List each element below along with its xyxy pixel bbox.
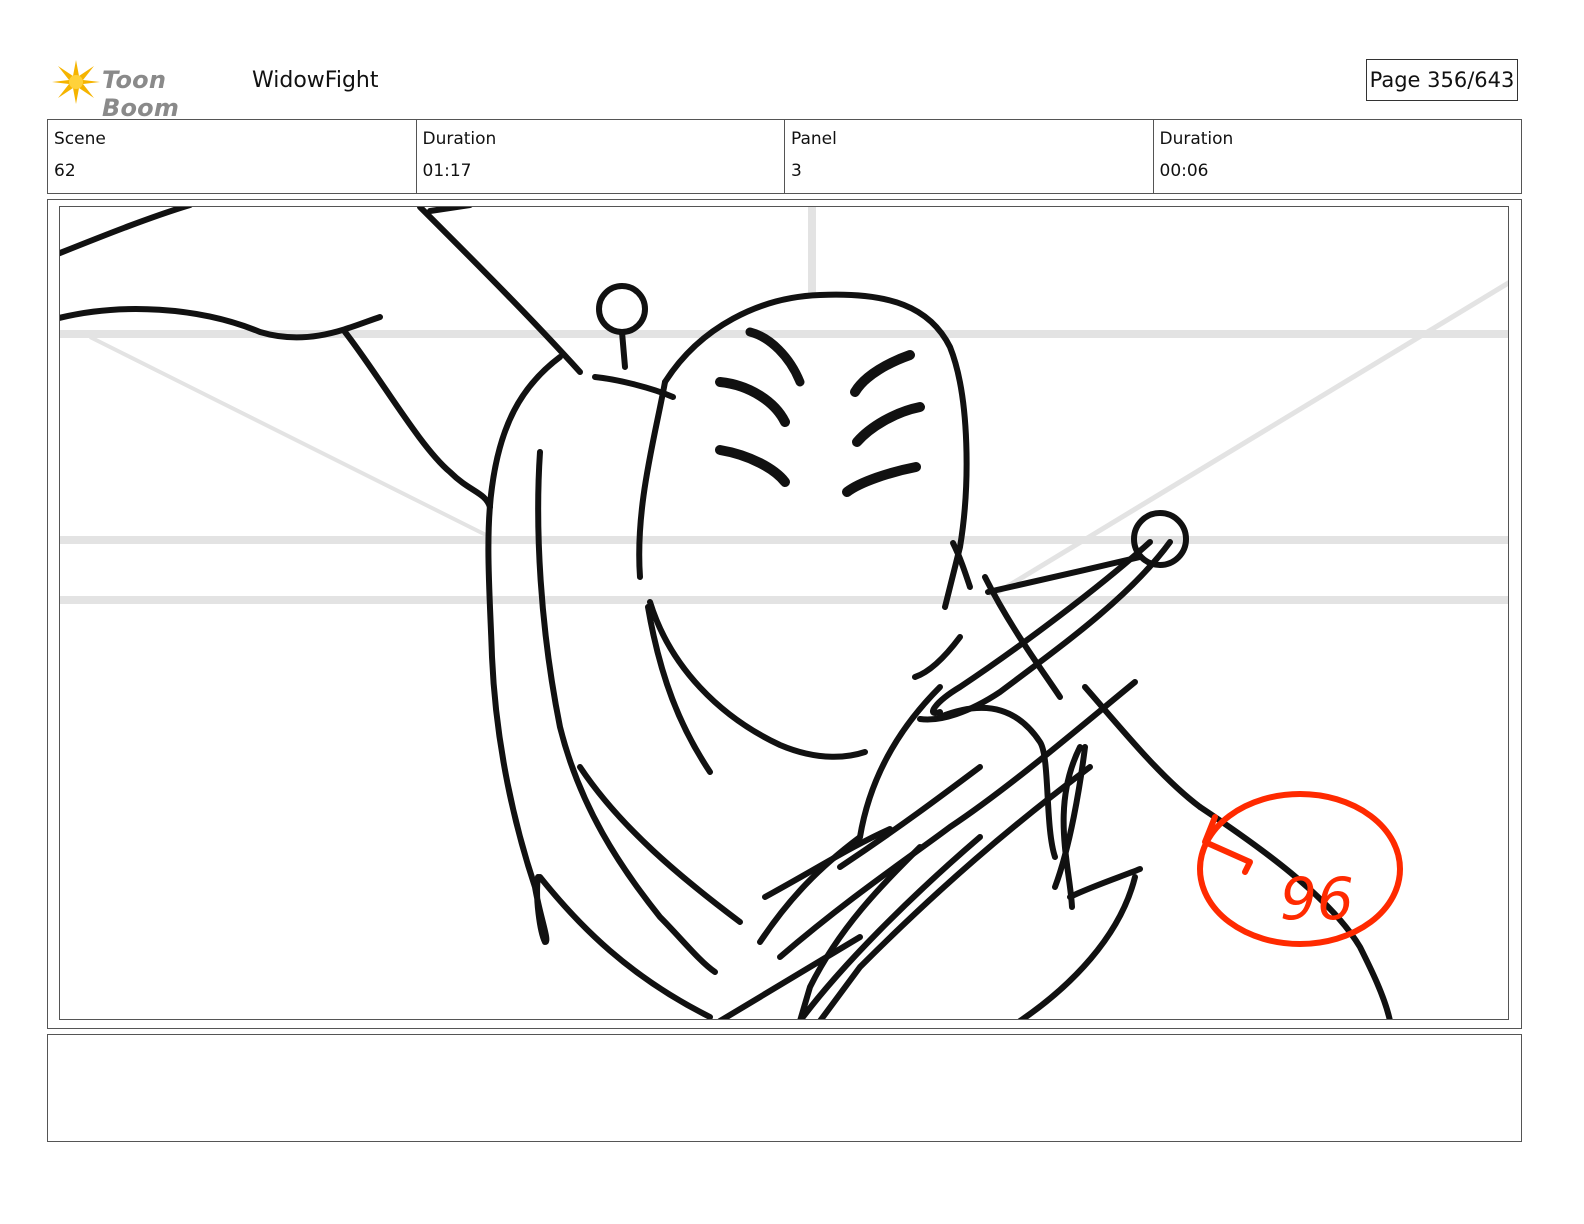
- sketch-strokes: [60, 207, 1393, 1019]
- scene-value: 62: [54, 161, 76, 181]
- frame-number-text: 96: [1280, 865, 1354, 933]
- panel-duration-label: Duration: [1159, 129, 1234, 149]
- toon-boom-logo: Toon Boom: [50, 56, 240, 122]
- notes-box: [47, 1034, 1522, 1142]
- panel-duration-value: 00:06: [1159, 161, 1209, 181]
- panel-duration-cell: Duration 00:06: [1154, 120, 1522, 193]
- project-title: WidowFight: [252, 68, 379, 93]
- page-indicator: Page 356/643: [1366, 59, 1518, 101]
- panel-cell: Panel 3: [785, 120, 1154, 193]
- starburst-icon: [52, 60, 100, 104]
- sketch-drawing: 96: [60, 207, 1508, 1019]
- perspective-guides: [60, 207, 1508, 604]
- page-header: Toon Boom WidowFight Page 356/643: [50, 56, 1540, 122]
- logo-text: Toon Boom: [102, 66, 180, 122]
- storyboard-panel: 96: [59, 206, 1509, 1020]
- panel-value: 3: [791, 161, 802, 181]
- info-table: Scene 62 Duration 01:17 Panel 3 Duration…: [47, 119, 1522, 194]
- scene-cell: Scene 62: [48, 120, 417, 193]
- scene-duration-label: Duration: [422, 129, 497, 149]
- scene-duration-cell: Duration 01:17: [417, 120, 785, 193]
- scene-duration-value: 01:17: [422, 161, 472, 181]
- scene-label: Scene: [54, 129, 106, 149]
- panel-label: Panel: [791, 129, 837, 149]
- panel-frame: 96: [47, 199, 1522, 1029]
